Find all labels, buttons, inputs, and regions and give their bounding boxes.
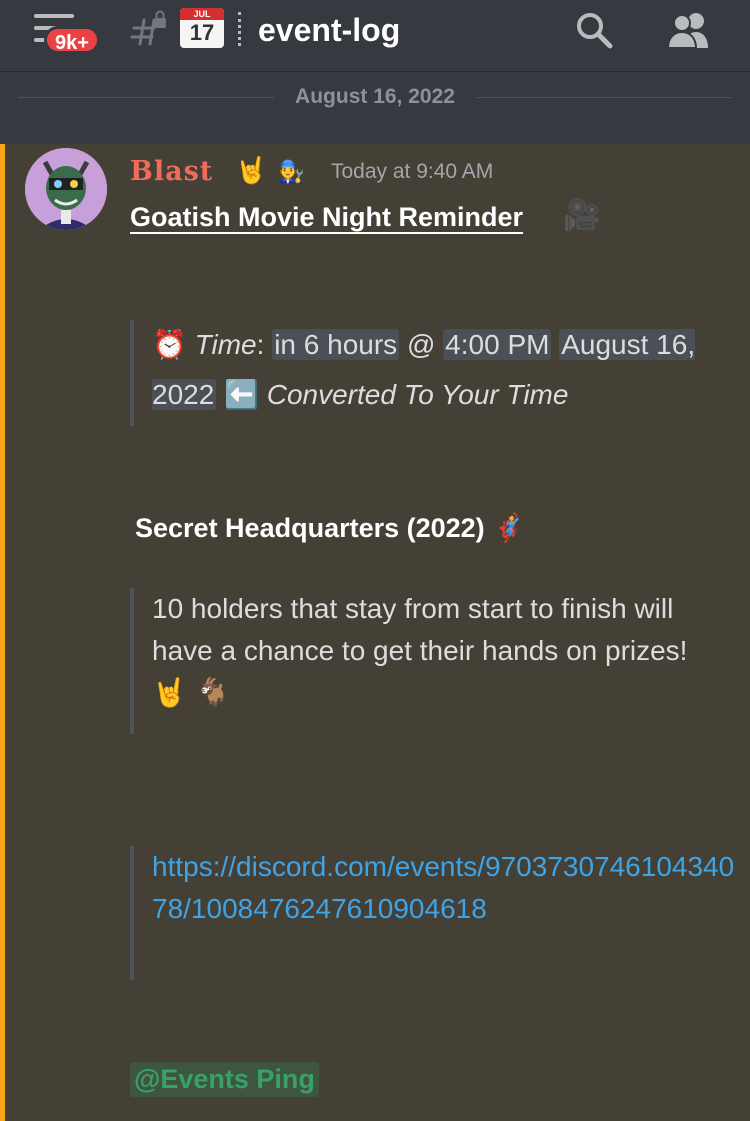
- description-emojis: 🤘 🐐: [152, 676, 231, 709]
- search-icon[interactable]: [574, 10, 614, 50]
- clock-time[interactable]: 4:00 PM: [443, 329, 552, 360]
- username[interactable]: Blast: [130, 156, 213, 187]
- description-quote: 10 holders that stay from start to finis…: [130, 588, 740, 734]
- separator: [238, 12, 244, 46]
- movie-camera-emoji: 🎥: [563, 198, 601, 233]
- movie-title: Secret Headquarters (2022) 🦸: [135, 512, 526, 544]
- role-mention[interactable]: @Events Ping: [130, 1062, 319, 1097]
- message-title-link[interactable]: Goatish Movie Night Reminder: [130, 202, 523, 233]
- rock-hand-emoji: 🤘: [235, 156, 268, 186]
- movie-title-text: Secret Headquarters (2022): [135, 513, 485, 543]
- link-quote: https://discord.com/events/9703730746104…: [130, 846, 740, 980]
- notification-badge: 9k+: [44, 26, 100, 54]
- description-text: 10 holders that stay from start to finis…: [152, 593, 688, 666]
- alarm-clock-emoji: ⏰: [152, 328, 187, 361]
- time-colon: :: [256, 329, 265, 360]
- left-arrow-emoji: ⬅️: [224, 378, 259, 411]
- calendar-icon: JUL 17: [180, 8, 224, 48]
- relative-time[interactable]: in 6 hours: [272, 329, 400, 360]
- channel-header: 9k+ JUL 17 event-log: [0, 0, 750, 72]
- superhero-emoji: 🦸: [492, 513, 526, 544]
- message-timestamp: Today at 9:40 AM: [331, 160, 494, 183]
- event-link[interactable]: https://discord.com/events/9703730746104…: [152, 851, 734, 924]
- locked-channel-hash-icon: [130, 10, 166, 46]
- channel-name[interactable]: event-log: [258, 8, 400, 52]
- role-emoji: 🧑‍🔧: [277, 160, 305, 185]
- at-symbol: @: [406, 329, 436, 360]
- message[interactable]: Blast 🤘 🧑‍🔧 Today at 9:40 AM Goatish Mov…: [0, 144, 750, 1121]
- time-label: Time: [194, 329, 257, 360]
- time-quote: ⏰ Time: in 6 hours @ 4:00 PM August 16, …: [130, 320, 740, 426]
- converted-note: Converted To Your Time: [266, 379, 569, 410]
- members-icon[interactable]: [666, 10, 712, 50]
- avatar[interactable]: [25, 148, 107, 230]
- date-divider: August 16, 2022: [18, 84, 732, 110]
